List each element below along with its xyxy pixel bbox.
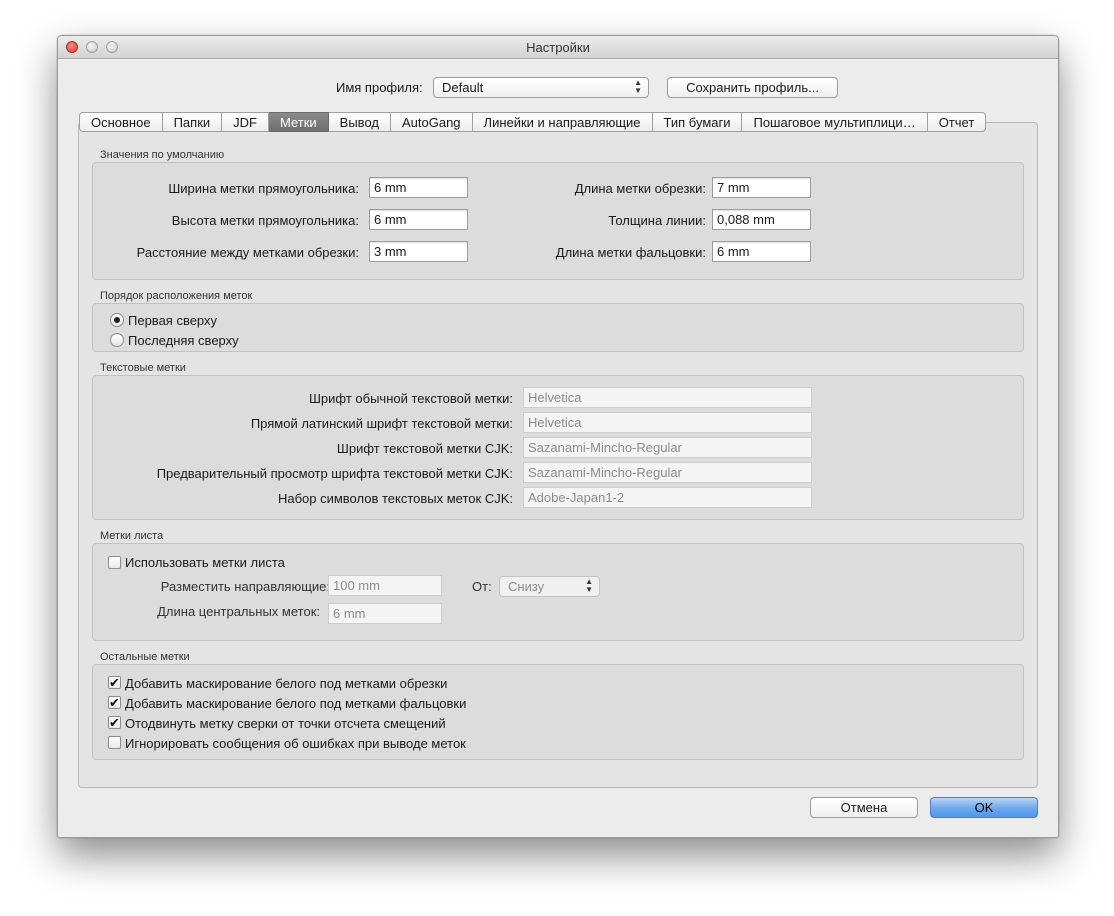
tab-report[interactable]: Отчет (927, 112, 987, 132)
tab-content: Значения по умолчанию Ширина метки прямо… (58, 36, 1058, 837)
tab-folders[interactable]: Папки (162, 112, 223, 132)
line-thickness-field[interactable]: 0,088 mm (712, 209, 811, 230)
cjk-charset-field[interactable]: Adobe-Japan1-2 (523, 487, 812, 508)
font-label: Шрифт обычной текстовой метки: (309, 391, 513, 406)
cjk-preview-field[interactable]: Sazanami-Mincho-Regular (523, 462, 812, 483)
rect-width-field[interactable]: 6 mm (369, 177, 468, 198)
center-length-field[interactable]: 6 mm (328, 603, 442, 624)
tab-rulers-guides[interactable]: Линейки и направляющие (472, 112, 653, 132)
from-select-value: Снизу (508, 579, 545, 594)
font-field[interactable]: Helvetica (523, 387, 812, 408)
last-on-top-label[interactable]: Последняя сверху (128, 333, 239, 348)
crop-length-label: Длина метки обрезки: (574, 181, 706, 196)
cjk-charset-label: Набор символов текстовых меток CJK: (277, 491, 513, 506)
from-label: От: (472, 579, 492, 594)
tab-jdf[interactable]: JDF (222, 112, 269, 132)
ignore-errors-label[interactable]: Игнорировать сообщения об ошибках при вы… (125, 736, 466, 751)
rect-height-field[interactable]: 6 mm (369, 209, 468, 230)
place-guides-field[interactable]: 100 mm (328, 575, 442, 596)
rect-height-label: Высота метки прямоугольника: (171, 213, 359, 228)
from-select[interactable]: Снизу ▲ ▼ (499, 576, 600, 597)
cjk-font-field[interactable]: Sazanami-Mincho-Regular (523, 437, 812, 458)
tab-step-repeat[interactable]: Пошаговое мультиплици… (742, 112, 928, 132)
use-sheet-marks-checkbox[interactable] (108, 556, 121, 569)
tab-output[interactable]: Вывод (328, 112, 391, 132)
fold-length-label: Длина метки фальцовки: (555, 245, 706, 260)
tab-autogang[interactable]: AutoGang (390, 112, 473, 132)
place-guides-label: Разместить направляющие: (160, 579, 330, 594)
tab-paper-type[interactable]: Тип бумаги (652, 112, 743, 132)
ignore-errors-checkbox[interactable] (108, 736, 121, 749)
updown-arrows-icon: ▲ ▼ (585, 577, 593, 594)
rect-width-label: Ширина метки прямоугольника: (168, 181, 359, 196)
cjk-preview-label: Предварительный просмотр шрифта текстово… (156, 466, 513, 481)
white-mask-crop-label[interactable]: Добавить маскирование белого под метками… (125, 676, 447, 691)
use-sheet-marks-label[interactable]: Использовать метки листа (125, 555, 285, 570)
tab-marks[interactable]: Метки (268, 112, 329, 132)
roman-font-field[interactable]: Helvetica (523, 412, 812, 433)
settings-window: Настройки Имя профиля: Default ▲ ▼ Сохран… (57, 35, 1059, 838)
white-mask-crop-checkbox[interactable]: ✔ (108, 676, 121, 689)
sheet-marks-group-title: Метки листа (100, 530, 164, 542)
fold-length-field[interactable]: 6 mm (712, 241, 811, 262)
tab-general[interactable]: Основное (79, 112, 163, 132)
offset-registration-checkbox[interactable]: ✔ (108, 716, 121, 729)
offset-registration-label[interactable]: Отодвинуть метку сверки от точки отсчета… (125, 716, 446, 731)
white-mask-fold-checkbox[interactable]: ✔ (108, 696, 121, 709)
white-mask-fold-label[interactable]: Добавить маскирование белого под метками… (125, 696, 466, 711)
text-marks-group-title: Текстовые метки (100, 362, 186, 374)
line-thickness-label: Толщина линии: (608, 213, 706, 228)
other-marks-group-title: Остальные метки (100, 651, 190, 663)
cjk-font-label: Шрифт текстовой метки CJK: (336, 441, 513, 456)
tab-bar: Основное Папки JDF Метки Вывод AutoGang … (79, 112, 987, 132)
radio-first-on-top[interactable] (110, 313, 124, 327)
crop-length-field[interactable]: 7 mm (712, 177, 811, 198)
roman-font-label: Прямой латинский шрифт текстовой метки: (250, 416, 513, 431)
first-on-top-label[interactable]: Первая сверху (128, 313, 217, 328)
order-group-title: Порядок расположения меток (100, 290, 253, 302)
center-length-label: Длина центральных меток: (157, 604, 320, 619)
radio-last-on-top[interactable] (110, 333, 124, 347)
crop-spacing-label: Расстояние между метками обрезки: (136, 245, 359, 260)
defaults-group-title: Значения по умолчанию (100, 149, 225, 161)
crop-spacing-field[interactable]: 3 mm (369, 241, 468, 262)
